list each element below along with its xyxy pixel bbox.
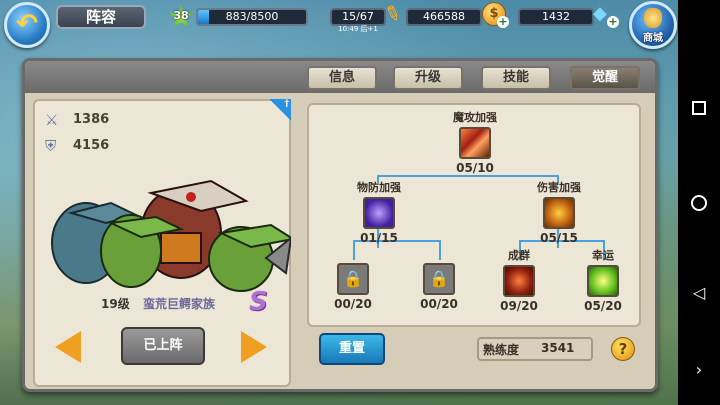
tab-upgrade[interactable]: 升级 [393, 66, 463, 90]
gem-counter: 1432 [518, 8, 594, 26]
money-bag-icon [644, 8, 662, 28]
home-icon[interactable] [689, 193, 709, 213]
page-title: 阵容 [56, 5, 146, 29]
exp-text: 883/8500 [225, 10, 279, 23]
hero-rank: S [249, 287, 268, 317]
sword-icon: ⚔ [45, 111, 59, 129]
android-nav-bar: ◁ › [678, 0, 720, 405]
skill-node-right[interactable]: 伤害加强 05/15 [521, 179, 597, 245]
deployed-button[interactable]: 已上阵 [121, 327, 205, 365]
skill-count: 09/20 [500, 299, 538, 313]
next-hero-arrow-icon[interactable] [241, 331, 267, 363]
magic-attack-icon [459, 127, 491, 159]
tab-info[interactable]: 信息 [307, 66, 377, 90]
skill-node-leaf-2[interactable]: 🔒 00/20 [409, 261, 469, 311]
luck-icon [587, 265, 619, 297]
skill-count: 05/20 [584, 299, 622, 313]
back-arrow-icon: ↶ [16, 9, 38, 39]
prev-hero-arrow-icon[interactable] [55, 331, 81, 363]
skill-name: 魔攻加强 [453, 111, 497, 124]
game-area: ↶ 阵容 38 883/8500 15/67 10:49 后+1 ✎ 46658… [0, 0, 678, 405]
skill-node-root[interactable]: 魔攻加强 05/10 [437, 109, 513, 175]
lock-icon: 🔒 [337, 263, 369, 295]
shop-button[interactable]: 商城 [629, 1, 677, 49]
tab-awaken[interactable]: 觉醒 [570, 66, 640, 90]
skill-count: 00/20 [420, 297, 458, 311]
reset-button[interactable]: 重置 [319, 333, 385, 365]
exp-bar: 883/8500 [196, 8, 308, 26]
stamina-timer: 10:49 后+1 [338, 25, 378, 33]
proficiency-box: 熟练度 3541 [477, 337, 593, 361]
physical-defense-icon [363, 197, 395, 229]
nav-back-icon[interactable]: ◁ [689, 283, 709, 303]
add-gold-button[interactable]: + [497, 16, 509, 28]
skill-name: 幸运 [592, 249, 614, 262]
skill-node-leaf-1[interactable]: 🔒 00/20 [323, 261, 383, 311]
skill-name: 物防加强 [357, 181, 401, 194]
crocodile-hero-art [51, 179, 291, 292]
add-gem-button[interactable]: + [607, 16, 619, 28]
tree-connector [377, 175, 559, 177]
skill-count: 00/20 [334, 297, 372, 311]
player-level: 38 [173, 9, 189, 22]
tree-connector [439, 240, 441, 260]
hero-name: 蛮荒巨鳄家族 [143, 297, 216, 311]
chevron-right-icon[interactable]: › [689, 360, 709, 380]
shield-icon: ⛨ [45, 137, 57, 155]
gold-counter: 466588 [406, 8, 482, 26]
swarm-icon [503, 265, 535, 297]
skill-node-left[interactable]: 物防加强 01/15 [341, 179, 417, 245]
recent-apps-icon[interactable] [689, 98, 709, 118]
shop-label: 商城 [643, 33, 663, 44]
hero-level: 19级 [101, 297, 130, 311]
skill-name: 成群 [508, 249, 530, 262]
defense-value: 4156 [73, 138, 110, 153]
main-panel: 信息 升级 技能 觉醒 † ⚔ 1386 ⛨ 4156 19级 蛮荒巨鳄家族 S… [22, 58, 658, 392]
awaken-tree-panel: 魔攻加强 05/10 物防加强 01/15 伤害加强 05/15 🔒 00/20 [307, 103, 641, 327]
skill-count: 05/10 [456, 161, 494, 175]
crocodile-front-right [208, 223, 291, 292]
proficiency-value: 3541 [541, 341, 575, 355]
panel-header: 信息 升级 技能 觉醒 [25, 61, 655, 93]
hero-card: † ⚔ 1386 ⛨ 4156 19级 蛮荒巨鳄家族 S 已上阵 [33, 99, 291, 387]
skill-name: 伤害加强 [537, 181, 581, 194]
corner-badge-icon[interactable]: † [269, 99, 291, 121]
lock-icon: 🔒 [423, 263, 455, 295]
skill-node-leaf-3[interactable]: 成群 09/20 [489, 247, 549, 313]
damage-boost-icon [543, 197, 575, 229]
skill-count: 05/15 [540, 231, 578, 245]
skill-node-leaf-4[interactable]: 幸运 05/20 [573, 247, 633, 313]
help-button[interactable]: ? [611, 337, 635, 361]
back-button[interactable]: ↶ [4, 2, 50, 48]
tab-skill[interactable]: 技能 [481, 66, 551, 90]
attack-value: 1386 [73, 112, 110, 127]
proficiency-label: 熟练度 [483, 343, 520, 357]
skill-count: 01/15 [360, 231, 398, 245]
